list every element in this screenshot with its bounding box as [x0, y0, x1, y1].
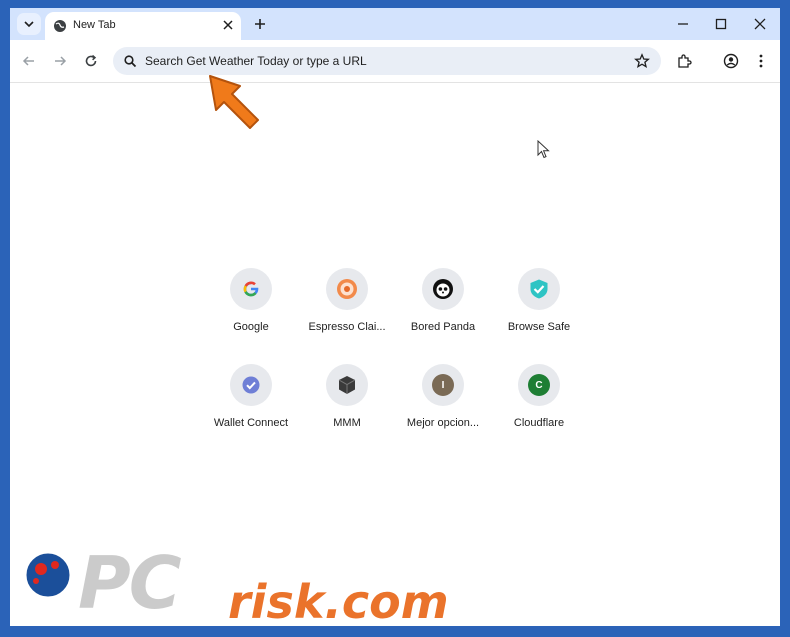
maximize-icon[interactable] — [714, 17, 728, 31]
shortcut-bored-panda[interactable]: Bored Panda — [395, 266, 491, 356]
bookmark-star-icon[interactable] — [634, 53, 650, 69]
address-bar[interactable]: Search Get Weather Today or type a URL — [113, 47, 661, 75]
shortcut-icon-bg: I — [422, 364, 464, 406]
panda-icon — [433, 279, 453, 299]
forward-icon[interactable] — [52, 53, 68, 69]
annotation-arrow-icon — [209, 75, 259, 129]
toolbar: Search Get Weather Today or type a URL — [10, 40, 780, 83]
shortcut-mmm[interactable]: MMM — [299, 362, 395, 452]
shortcut-icon-bg — [422, 268, 464, 310]
shield-check-icon — [530, 279, 548, 299]
back-icon[interactable] — [21, 53, 37, 69]
reload-icon[interactable] — [83, 53, 99, 69]
globe-icon — [54, 20, 66, 32]
pcrisk-watermark: PC risk.com — [0, 535, 790, 637]
watermark-risk-text: risk.com — [228, 575, 449, 629]
shortcut-espresso[interactable]: Espresso Clai... — [299, 266, 395, 356]
close-window-icon[interactable] — [753, 17, 767, 31]
letter-i-icon: I — [432, 374, 454, 396]
shortcut-icon-bg — [230, 268, 272, 310]
shortcut-label: Espresso Clai... — [308, 321, 386, 333]
tab-title: New Tab — [73, 19, 116, 31]
shortcut-icon-bg — [230, 364, 272, 406]
shortcut-mejor-opcion[interactable]: I Mejor opcion... — [395, 362, 491, 452]
tab-search-button[interactable] — [17, 13, 41, 35]
watermark-pc-text: PC — [78, 541, 182, 625]
close-tab-icon[interactable] — [221, 18, 235, 32]
new-tab-plus-icon[interactable] — [253, 17, 267, 31]
tab-strip: New Tab — [10, 8, 780, 40]
shortcut-cloudflare[interactable]: C Cloudflare — [491, 362, 587, 452]
shortcut-label: MMM — [333, 417, 361, 429]
magnifier-logo-icon — [16, 548, 75, 625]
shortcut-icon-bg — [326, 364, 368, 406]
letter-c-icon: C — [528, 374, 550, 396]
minimize-icon[interactable] — [676, 17, 690, 31]
check-icon — [242, 376, 260, 394]
shortcut-label: Browse Safe — [507, 321, 571, 333]
extensions-puzzle-icon[interactable] — [676, 53, 692, 69]
shortcut-browse-safe[interactable]: Browse Safe — [491, 266, 587, 356]
espresso-icon — [337, 279, 357, 299]
shortcut-icon-bg — [518, 268, 560, 310]
cube-icon — [338, 376, 356, 394]
tab-new-tab[interactable]: New Tab — [45, 12, 241, 40]
shortcut-label: Wallet Connect — [213, 417, 289, 429]
address-bar-placeholder: Search Get Weather Today or type a URL — [145, 54, 367, 68]
profile-avatar-icon[interactable] — [723, 53, 739, 69]
shortcut-label: Bored Panda — [410, 321, 476, 333]
menu-dots-icon[interactable] — [753, 53, 769, 69]
chevron-down-icon — [24, 21, 34, 28]
shortcut-label: Mejor opcion... — [406, 417, 480, 429]
browser-window: New Tab Search Get Weather Today or type… — [10, 8, 780, 626]
shortcut-google[interactable]: Google — [203, 266, 299, 356]
shortcut-label: Cloudflare — [513, 417, 565, 429]
shortcut-icon-bg: C — [518, 364, 560, 406]
mouse-cursor-icon — [537, 140, 550, 159]
shortcut-icon-bg — [326, 268, 368, 310]
shortcut-wallet-connect[interactable]: Wallet Connect — [203, 362, 299, 452]
shortcut-label: Google — [233, 321, 269, 333]
google-icon — [243, 281, 259, 297]
search-icon — [124, 55, 137, 68]
